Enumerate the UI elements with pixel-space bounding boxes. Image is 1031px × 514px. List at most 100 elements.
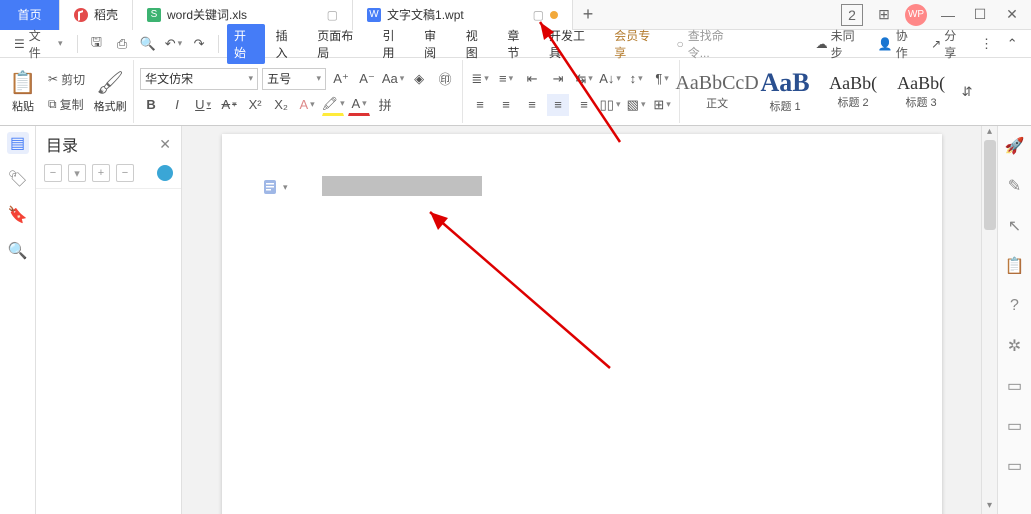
rocket-icon[interactable]: 🚀 <box>1005 136 1025 156</box>
bookmark-icon[interactable]: 🔖 <box>7 204 29 226</box>
page[interactable]: ▾ <box>222 134 942 514</box>
outline-panel-icon[interactable]: ▤ <box>7 132 29 154</box>
decrease-indent-icon[interactable]: ⇤ <box>521 68 543 90</box>
remove-item-icon[interactable]: − <box>116 164 134 182</box>
style-normal[interactable]: AaBbCcD 正文 <box>686 67 748 117</box>
tool-a-icon[interactable]: ▭ <box>1005 376 1025 396</box>
superscript-icon[interactable]: X² <box>244 94 266 116</box>
grid-apps-icon[interactable]: ⊞ <box>873 4 895 26</box>
align-distribute-icon[interactable]: ≡ <box>573 94 595 116</box>
style-pane-icon[interactable]: ✲ <box>1005 336 1025 356</box>
highlight-icon[interactable]: 🖍▾ <box>322 94 344 116</box>
new-tab-button[interactable]: + <box>573 4 603 25</box>
pinyin-icon[interactable]: 拼 <box>374 94 396 116</box>
align-left-icon[interactable]: ≡ <box>469 94 491 116</box>
font-name-combo[interactable]: 华文仿宋▾ <box>140 68 258 90</box>
underline-icon[interactable]: U▾ <box>192 94 214 116</box>
italic-icon[interactable]: I <box>166 94 188 116</box>
font-color-icon[interactable]: A▾ <box>348 94 370 116</box>
line-spacing-icon[interactable]: ↕▾ <box>625 68 647 90</box>
shading-icon[interactable]: ▧▾ <box>625 94 647 116</box>
preview-icon[interactable]: 🔍 <box>137 33 159 55</box>
redo-icon[interactable]: ↷ <box>188 33 210 55</box>
menu-references[interactable]: 引用 <box>375 24 413 64</box>
menu-dev-tools[interactable]: 开发工具 <box>542 24 603 64</box>
style-heading2[interactable]: AaBb( 标题 2 <box>822 67 884 117</box>
font-size-combo[interactable]: 五号▾ <box>262 68 326 90</box>
align-center-icon[interactable]: ≡ <box>495 94 517 116</box>
coop-button[interactable]: 👤 协作 <box>874 27 923 61</box>
style-heading3[interactable]: AaBb( 标题 3 <box>890 67 952 117</box>
style-heading1[interactable]: AaB 标题 1 <box>754 67 816 117</box>
maximize-button[interactable]: ☐ <box>969 4 991 26</box>
undo-icon[interactable]: ↶▾ <box>163 33 185 55</box>
more-icon[interactable]: ⋮ <box>976 33 998 55</box>
menu-review[interactable]: 审阅 <box>417 24 455 64</box>
user-avatar[interactable]: WP <box>905 4 927 26</box>
tool-b-icon[interactable]: ▭ <box>1005 416 1025 436</box>
tab-window-icon[interactable]: ▢ <box>327 8 338 22</box>
menu-vip[interactable]: 会员专享 <box>607 24 668 64</box>
tab-window-icon[interactable]: ▢ <box>533 8 544 22</box>
tab-docer[interactable]: 稻壳 <box>60 0 133 30</box>
close-button[interactable]: ✕ <box>1001 4 1023 26</box>
unsync-button[interactable]: ☁ 未同步 <box>812 27 870 61</box>
align-right-icon[interactable]: ≡ <box>521 94 543 116</box>
document-area[interactable]: ▾ <box>182 126 981 514</box>
vertical-scrollbar[interactable]: ▴ ▾ <box>981 126 997 514</box>
change-case-icon[interactable]: Aa▾ <box>382 68 404 90</box>
subscript-icon[interactable]: X₂ <box>270 94 292 116</box>
align-justify-icon[interactable]: ≡ <box>547 94 569 116</box>
text-selection[interactable] <box>322 176 482 196</box>
expand-all-icon[interactable]: ▾ <box>68 164 86 182</box>
collapse-ribbon-icon[interactable]: ⌃ <box>1001 33 1023 55</box>
copy-button[interactable]: ⧉复制 <box>44 94 89 115</box>
show-marks-icon[interactable]: ¶▾ <box>651 68 673 90</box>
scroll-up-icon[interactable]: ▴ <box>982 126 997 140</box>
print-icon[interactable]: ⎙ <box>111 33 133 55</box>
save-icon[interactable]: 🖫 <box>86 33 108 55</box>
layout-indicator[interactable]: 2 <box>841 4 863 26</box>
circled-char-icon[interactable]: ㊞ <box>434 68 456 90</box>
styles-more-icon[interactable]: ⇵ <box>956 81 978 103</box>
numbering-icon[interactable]: ≡▾ <box>495 68 517 90</box>
paragraph-handle-icon[interactable]: ▾ <box>262 178 280 196</box>
outline-settings-icon[interactable] <box>157 165 173 181</box>
scroll-thumb[interactable] <box>984 140 996 230</box>
clipboard-icon[interactable]: 📋 <box>1005 256 1025 276</box>
add-item-icon[interactable]: + <box>92 164 110 182</box>
shrink-font-icon[interactable]: A⁻ <box>356 68 378 90</box>
tool-c-icon[interactable]: ▭ <box>1005 456 1025 476</box>
share-button[interactable]: ↗ 分享 <box>927 27 971 61</box>
outline-body[interactable] <box>36 188 181 514</box>
pointer-icon[interactable]: ↖ <box>1005 216 1025 236</box>
search-panel-icon[interactable]: 🔍 <box>7 240 29 262</box>
borders-icon[interactable]: ⊞▾ <box>651 94 673 116</box>
menu-start[interactable]: 开始 <box>227 24 265 64</box>
increase-indent-icon[interactable]: ⇥ <box>547 68 569 90</box>
menu-view[interactable]: 视图 <box>459 24 497 64</box>
grow-font-icon[interactable]: A⁺ <box>330 68 352 90</box>
strike-icon[interactable]: A▾ <box>218 94 240 116</box>
menu-sections[interactable]: 章节 <box>500 24 538 64</box>
collapse-all-icon[interactable]: − <box>44 164 62 182</box>
command-search[interactable]: ○ 查找命令... <box>676 27 744 61</box>
file-menu[interactable]: ☰ 文件▾ <box>8 25 69 63</box>
help-icon[interactable]: ? <box>1005 296 1025 316</box>
scroll-down-icon[interactable]: ▾ <box>982 500 997 514</box>
columns-icon[interactable]: ▯▯▾ <box>599 94 621 116</box>
bullets-icon[interactable]: ≣▾ <box>469 68 491 90</box>
clear-format-icon[interactable]: ◈ <box>408 68 430 90</box>
cut-button[interactable]: ✂剪切 <box>44 69 89 90</box>
bookmark-bag-icon[interactable]: 🏷 <box>7 168 29 190</box>
tab-stops-icon[interactable]: ↹▾ <box>573 68 595 90</box>
menu-insert[interactable]: 插入 <box>269 24 307 64</box>
close-outline-icon[interactable]: ✕ <box>159 136 171 153</box>
format-painter-button[interactable]: 🖌 格式刷 <box>93 70 127 114</box>
text-effect-icon[interactable]: A▾ <box>296 94 318 116</box>
pen-icon[interactable]: ✎ <box>1005 176 1025 196</box>
paste-button[interactable]: 📋 粘贴 <box>6 70 40 114</box>
menu-page-layout[interactable]: 页面布局 <box>310 24 371 64</box>
minimize-button[interactable]: — <box>937 4 959 26</box>
sort-icon[interactable]: A↓▾ <box>599 68 621 90</box>
